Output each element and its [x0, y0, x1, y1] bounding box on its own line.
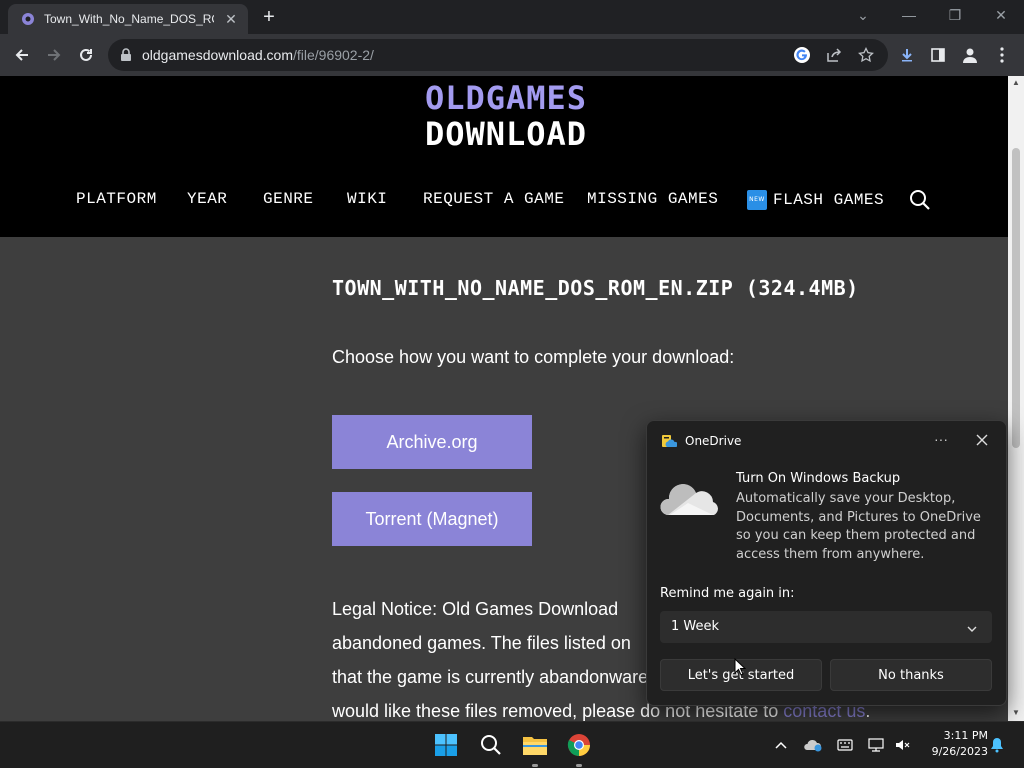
- scroll-down-icon[interactable]: ▼: [1012, 708, 1020, 717]
- file-explorer-icon[interactable]: [522, 732, 548, 758]
- scrollbar-thumb[interactable]: [1012, 148, 1020, 448]
- lock-icon[interactable]: [120, 48, 132, 67]
- windows-taskbar: 3:11 PM 9/26/2023: [0, 721, 1024, 768]
- onedrive-logo-icon: [661, 434, 678, 453]
- extension-download-icon[interactable]: [894, 42, 920, 68]
- tab-close-icon[interactable]: ✕: [222, 10, 240, 28]
- taskbar-clock[interactable]: 3:11 PM 9/26/2023: [916, 728, 988, 760]
- reload-icon: [80, 48, 92, 61]
- scroll-up-icon[interactable]: ▲: [1012, 78, 1020, 87]
- site-search-icon[interactable]: [909, 189, 931, 216]
- logo-line2: DOWNLOAD: [424, 115, 588, 153]
- site-logo[interactable]: OLDGAMES DOWNLOAD: [404, 80, 608, 152]
- tab-search-icon[interactable]: ⌄: [848, 4, 878, 26]
- browser-tab-bar: Town_With_No_Name_DOS_ROM_EN ✕ + ⌄ — ❐ ✕: [0, 0, 1024, 34]
- back-button[interactable]: [9, 42, 35, 68]
- nav-platform[interactable]: PLATFORM: [76, 190, 157, 212]
- bookmark-star-icon[interactable]: [856, 45, 876, 65]
- clock-time: 3:11 PM: [943, 729, 988, 742]
- nav-request-a-game[interactable]: REQUEST A GAME: [423, 190, 564, 212]
- start-button-icon[interactable]: [433, 732, 459, 758]
- no-thanks-button[interactable]: No thanks: [830, 659, 992, 691]
- chrome-icon[interactable]: [566, 732, 592, 758]
- site-header: OLDGAMES DOWNLOAD PLATFORM YEAR GENRE WI…: [0, 76, 1008, 237]
- file-explorer-running-indicator: [532, 764, 538, 767]
- show-hidden-icons-chevron-up-icon[interactable]: [772, 736, 790, 754]
- keyboard-icon[interactable]: [836, 736, 854, 754]
- minimize-button[interactable]: —: [894, 4, 924, 26]
- tab-title: Town_With_No_Name_DOS_ROM_EN: [44, 12, 214, 26]
- back-arrow-icon: [15, 49, 28, 61]
- restore-button[interactable]: ❐: [940, 4, 970, 26]
- chevron-down-icon: [966, 621, 978, 639]
- volume-muted-icon[interactable]: [893, 736, 911, 754]
- site-favicon-icon: [20, 11, 36, 27]
- onedrive-tray-icon[interactable]: [804, 736, 822, 754]
- url-text[interactable]: oldgamesdownload.com/file/96902-2/: [142, 47, 374, 63]
- more-options-icon[interactable]: ···: [931, 431, 951, 447]
- file-title: TOWN_WITH_NO_NAME_DOS_ROM_EN.ZIP (324.4M…: [332, 276, 859, 300]
- notification-bell-icon[interactable]: [988, 736, 1006, 754]
- backup-heading: Turn On Windows Backup: [736, 471, 901, 486]
- nav-flash-games-label: FLASH GAMES: [773, 191, 885, 210]
- download-instructions: Choose how you want to complete your dow…: [332, 347, 735, 367]
- page-scrollbar[interactable]: ▲ ▼: [1008, 76, 1024, 721]
- archive-org-button[interactable]: Archive.org: [332, 415, 532, 469]
- google-lens-icon[interactable]: [792, 45, 812, 65]
- network-icon[interactable]: [867, 736, 885, 754]
- remind-label: Remind me again in:: [660, 586, 795, 601]
- backup-description: Automatically save your Desktop, Documen…: [736, 491, 981, 562]
- logo-line1: OLDGAMES: [424, 79, 588, 117]
- url-domain: oldgamesdownload.com: [142, 47, 293, 63]
- remind-interval-value: 1 Week: [671, 619, 720, 634]
- onedrive-title: OneDrive: [685, 434, 742, 448]
- close-icon[interactable]: [973, 431, 991, 449]
- mouse-cursor-icon: [734, 657, 747, 681]
- share-icon[interactable]: [824, 45, 844, 65]
- browser-toolbar: oldgamesdownload.com/file/96902-2/: [0, 34, 1024, 76]
- browser-menu-icon[interactable]: [989, 42, 1015, 68]
- new-badge-icon: NEW: [747, 190, 767, 210]
- clock-date: 9/26/2023: [931, 745, 988, 758]
- profile-avatar-icon[interactable]: [957, 42, 983, 68]
- url-path: /file/96902-2/: [292, 47, 374, 63]
- browser-tab[interactable]: Town_With_No_Name_DOS_ROM_EN ✕: [8, 4, 248, 34]
- nav-year[interactable]: YEAR: [187, 190, 227, 212]
- chrome-running-indicator: [576, 764, 582, 767]
- cloud-icon: [660, 477, 722, 522]
- close-window-button[interactable]: ✕: [986, 4, 1016, 26]
- nav-flash-games[interactable]: NEW FLASH GAMES: [747, 190, 884, 212]
- address-bar[interactable]: oldgamesdownload.com/file/96902-2/: [108, 39, 888, 71]
- new-tab-button[interactable]: +: [258, 7, 280, 29]
- onedrive-notification: OneDrive ··· Turn On Windows Backup Auto…: [646, 420, 1007, 706]
- forward-button[interactable]: [41, 42, 67, 68]
- reload-button[interactable]: [73, 42, 99, 68]
- nav-missing-games[interactable]: MISSING GAMES: [587, 190, 718, 212]
- forward-arrow-icon: [48, 49, 61, 61]
- side-panel-icon[interactable]: [925, 42, 951, 68]
- nav-wiki[interactable]: WIKI: [347, 190, 387, 212]
- torrent-magnet-button[interactable]: Torrent (Magnet): [332, 492, 532, 546]
- search-icon[interactable]: [478, 732, 504, 758]
- nav-genre[interactable]: GENRE: [263, 190, 314, 212]
- remind-interval-select[interactable]: 1 Week: [660, 611, 992, 643]
